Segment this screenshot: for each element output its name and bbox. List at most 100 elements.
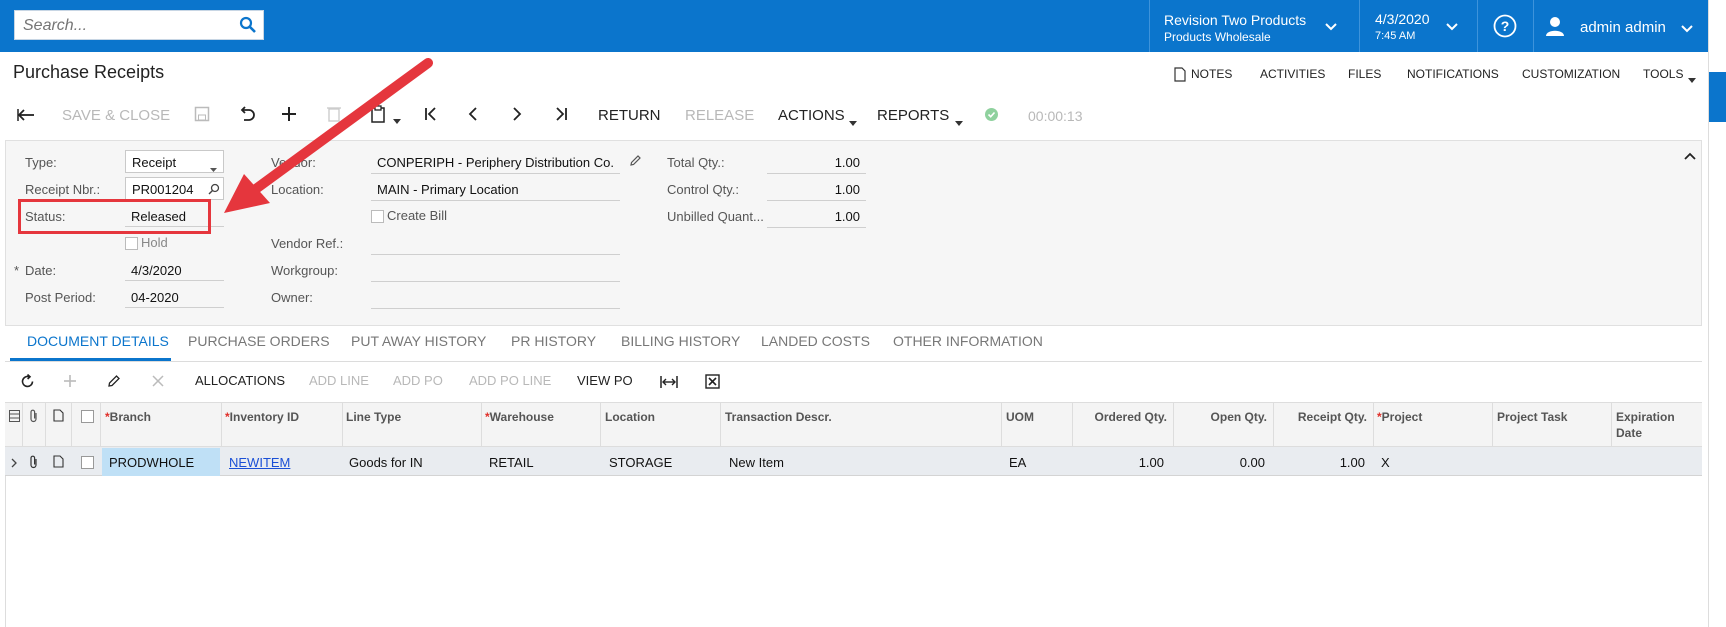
date-value[interactable]: 4/3/2020 [131, 263, 182, 278]
type-select[interactable]: Receipt [125, 150, 224, 173]
col-branch[interactable]: *Branch [105, 410, 151, 424]
cell-inventory-id-link[interactable]: NEWITEM [229, 455, 290, 470]
col-line-type[interactable]: Line Type [346, 410, 401, 424]
tab-pr-history[interactable]: PR HISTORY [511, 333, 596, 349]
note-icon[interactable] [53, 455, 64, 471]
add-po-line-button[interactable]: ADD PO LINE [469, 373, 551, 388]
receipt-nbr-selector[interactable]: PR001204 [125, 177, 224, 200]
clipboard-icon[interactable] [370, 105, 386, 126]
search-input[interactable] [21, 12, 235, 40]
collapse-icon[interactable] [1684, 148, 1696, 163]
next-record-icon[interactable] [512, 107, 522, 124]
tab-put-away-history[interactable]: PUT AWAY HISTORY [351, 333, 486, 349]
cell-receipt-qty[interactable]: 1.00 [1273, 455, 1365, 470]
reports-menu[interactable]: REPORTS [877, 107, 949, 124]
select-all-checkbox[interactable] [81, 410, 94, 423]
cell-transaction-descr[interactable]: New Item [729, 455, 784, 470]
actions-menu[interactable]: ACTIONS [778, 107, 845, 124]
edit-pencil-icon[interactable] [629, 154, 642, 170]
post-period-value[interactable]: 04-2020 [131, 290, 179, 305]
col-warehouse[interactable]: *Warehouse [485, 410, 554, 424]
create-bill-checkbox[interactable] [371, 210, 384, 223]
svg-text:?: ? [1501, 18, 1510, 34]
col-open-qty[interactable]: Open Qty. [1173, 410, 1267, 424]
chevron-down-icon [1324, 20, 1338, 35]
vendor-ref-field[interactable] [371, 254, 620, 255]
page-title: Purchase Receipts [13, 62, 165, 82]
previous-record-icon[interactable] [468, 107, 478, 124]
workgroup-field[interactable] [371, 281, 620, 282]
col-receipt-qty[interactable]: Receipt Qty. [1273, 410, 1367, 424]
business-date-selector[interactable]: 4/3/2020 7:45 AM [1360, 0, 1477, 52]
notes-link[interactable]: NOTES [1191, 67, 1232, 81]
tab-billing-history[interactable]: BILLING HISTORY [621, 333, 740, 349]
attachment-icon[interactable] [29, 455, 39, 472]
release-button[interactable]: RELEASE [685, 107, 754, 124]
save-icon[interactable] [194, 106, 210, 125]
grid-settings-icon[interactable] [9, 410, 20, 425]
back-icon[interactable] [17, 108, 35, 125]
return-button[interactable]: RETURN [598, 107, 661, 124]
location-value[interactable]: MAIN - Primary Location [377, 182, 519, 197]
cell-uom[interactable]: EA [1009, 455, 1026, 470]
view-po-button[interactable]: VIEW PO [577, 373, 633, 388]
refresh-icon[interactable] [20, 373, 35, 392]
cell-location[interactable]: STORAGE [609, 455, 672, 470]
add-row-icon[interactable] [63, 374, 77, 391]
post-period-label: Post Period: [25, 290, 96, 305]
search-icon[interactable] [239, 16, 257, 37]
hold-checkbox[interactable] [125, 237, 138, 250]
tab-other-information[interactable]: OTHER INFORMATION [893, 333, 1043, 349]
col-project-task[interactable]: Project Task [1497, 410, 1567, 424]
delete-icon[interactable] [327, 105, 341, 125]
type-value: Receipt [132, 155, 177, 170]
chevron-right-icon[interactable] [11, 456, 17, 471]
notes-icon [1174, 67, 1186, 85]
customization-link[interactable]: CUSTOMIZATION [1522, 67, 1620, 81]
col-uom[interactable]: UOM [1006, 410, 1034, 424]
row-checkbox[interactable] [81, 456, 94, 469]
annotation-highlight-box [18, 199, 211, 234]
control-qty-label: Control Qty.: [667, 182, 740, 197]
save-close-button[interactable]: SAVE & CLOSE [62, 107, 170, 124]
fit-columns-icon[interactable] [660, 375, 678, 392]
col-expiration-date[interactable]: Expiration Date [1616, 409, 1696, 441]
cell-branch[interactable]: PRODWHOLE [109, 455, 194, 470]
add-icon[interactable] [281, 106, 297, 125]
col-transaction-descr[interactable]: Transaction Descr. [725, 410, 832, 424]
edit-pencil-icon[interactable] [107, 374, 121, 391]
undo-icon[interactable] [238, 106, 256, 125]
vendor-value[interactable]: CONPERIPH - Periphery Distribution Co. [377, 155, 614, 170]
files-link[interactable]: FILES [1348, 67, 1381, 81]
tab-landed-costs[interactable]: LANDED COSTS [761, 333, 870, 349]
col-location[interactable]: Location [605, 410, 655, 424]
col-project[interactable]: *Project [1377, 410, 1422, 424]
owner-field[interactable] [371, 308, 620, 309]
first-record-icon[interactable] [424, 107, 438, 124]
notifications-link[interactable]: NOTIFICATIONS [1407, 67, 1499, 81]
cell-project[interactable]: X [1381, 455, 1390, 470]
company-branch: Products Wholesale [1164, 30, 1271, 44]
cell-warehouse[interactable]: RETAIL [489, 455, 534, 470]
company-selector[interactable]: Revision Two Products Products Wholesale [1150, 0, 1359, 52]
user-menu[interactable]: admin admin [1534, 0, 1708, 52]
control-qty-value[interactable]: 1.00 [767, 182, 860, 197]
export-excel-icon[interactable] [705, 374, 720, 392]
tab-document-details[interactable]: DOCUMENT DETAILS [27, 333, 169, 349]
add-po-button[interactable]: ADD PO [393, 373, 443, 388]
date-label: Date: [25, 263, 57, 278]
delete-row-icon[interactable] [152, 375, 164, 390]
tab-purchase-orders[interactable]: PURCHASE ORDERS [188, 333, 330, 349]
last-record-icon[interactable] [554, 107, 568, 124]
tools-menu[interactable]: TOOLS [1643, 67, 1683, 81]
search-icon[interactable] [208, 183, 220, 198]
col-inventory-id[interactable]: *Inventory ID [225, 410, 299, 424]
allocations-button[interactable]: ALLOCATIONS [195, 373, 285, 388]
help-icon[interactable]: ? [1493, 14, 1517, 41]
hold-label: Hold [141, 235, 168, 250]
cell-line-type[interactable]: Goods for IN [349, 455, 423, 470]
search-box[interactable] [14, 10, 264, 40]
activities-link[interactable]: ACTIVITIES [1260, 67, 1325, 81]
add-line-button[interactable]: ADD LINE [309, 373, 369, 388]
col-ordered-qty[interactable]: Ordered Qty. [1072, 410, 1167, 424]
